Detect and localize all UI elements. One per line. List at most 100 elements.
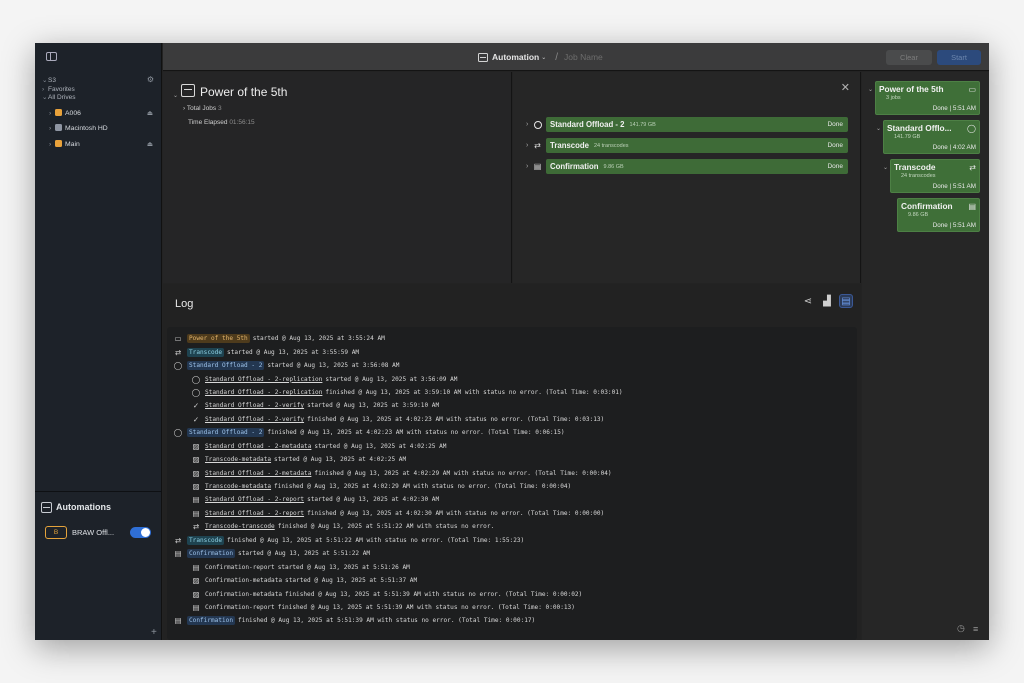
chart-icon[interactable]: ▟ (820, 294, 834, 308)
log-line-step: Confirmation-report (205, 563, 275, 571)
log-line-tag[interactable]: Standard Offload - 2 (187, 361, 265, 371)
step-row[interactable]: › ⇄ Transcode 24 transcodes Done (526, 138, 848, 153)
chevron-down-icon[interactable]: ⌄ (868, 86, 873, 93)
clipboard-icon[interactable]: ▤ (839, 294, 853, 308)
log-line: ✓ Standard Offload - 2-verify finished @ A… (167, 413, 857, 426)
log-line-icon: ⇄ (174, 535, 182, 545)
log-line: ▨ Confirmation-metadata finished @ Aug 13,… (167, 587, 857, 600)
log-line-step[interactable]: Standard Offload - 2-verify (205, 402, 304, 409)
share-icon[interactable]: ⋖ (801, 294, 815, 308)
sidebar: ⌄S3 ⚙ › Favorites ⌄All Drives › A006 ⏏ › Macin… (35, 43, 162, 640)
drive-icon (55, 108, 62, 116)
log-line-tag[interactable]: Transcode (187, 347, 225, 357)
log-line-icon: ▤ (192, 602, 200, 612)
log-line-text: finished @ Aug 13, 2025 at 4:02:30 AM wi… (307, 509, 605, 517)
log-line-icon: ▭ (174, 334, 182, 344)
log-line-text: finished @ Aug 13, 2025 at 5:51:39 AM wi… (238, 617, 536, 625)
sidebar-toggle-icon[interactable] (46, 52, 57, 61)
log-line-text: started @ Aug 13, 2025 at 3:56:09 AM (325, 375, 458, 383)
log-line-step[interactable]: Standard Offload - 2-metadata (205, 470, 311, 477)
log-line-text: finished @ Aug 13, 2025 at 4:02:23 AM wi… (307, 415, 605, 423)
drive-label: Main (65, 140, 80, 148)
history-icon[interactable]: ◷ (957, 623, 965, 634)
log-line-step[interactable]: Standard Offload - 2-replication (205, 376, 322, 383)
chevron-right-icon[interactable]: › (526, 121, 532, 128)
job-tree-panel: ⌄ Power of the 5th 3 jobs ▭ Done | 5:51 AM ⌄ S… (862, 72, 989, 640)
job-card-title: Power of the 5th (879, 84, 944, 94)
log-line: ▤ Confirmation started @ Aug 13, 2025 at 5… (167, 547, 857, 560)
eject-icon[interactable]: ⏏ (147, 106, 153, 122)
sidebar-item-s3[interactable]: ⌄S3 ⚙ (42, 75, 156, 86)
step-name: Confirmation (550, 162, 599, 171)
automation-menu[interactable]: Automation (492, 52, 539, 62)
drive-item[interactable]: › Macintosh HD (42, 121, 156, 137)
step-row[interactable]: › ▤ Confirmation 9.86 GB Done (526, 159, 848, 174)
step-bar[interactable]: Transcode 24 transcodes Done (546, 138, 848, 153)
log-line-step[interactable]: Standard Offload - 2-verify (205, 416, 304, 423)
log-line-icon: ▨ (192, 441, 200, 451)
log-toolbar: ⋖ ▟ ▤ (796, 294, 853, 308)
chevron-down-icon[interactable]: ⌄ (883, 164, 888, 171)
log-line: ◯ Standard Offload - 2-replication finishe… (167, 386, 857, 399)
log-line-tag[interactable]: Power of the 5th (187, 334, 250, 344)
eject-icon[interactable]: ⏏ (147, 137, 153, 153)
filter-icon[interactable]: ≡ (973, 624, 978, 634)
log-line: ▤ Confirmation finished @ Aug 13, 2025 at … (167, 614, 857, 627)
log-line-step[interactable]: Transcode-transcode (205, 523, 275, 530)
step-status: Done (827, 163, 843, 170)
log-line: ◯ Standard Offload - 2-replication started… (167, 372, 857, 385)
log-line-step[interactable]: Standard Offload - 2-report (205, 510, 304, 517)
automation-enabled-toggle[interactable] (130, 526, 151, 538)
sidebar-item-favorites[interactable]: › Favorites (42, 86, 156, 95)
chevron-right-icon[interactable]: › (526, 142, 532, 149)
drive-item[interactable]: › A006 ⏏ (42, 106, 156, 122)
log-line-tag[interactable]: Confirmation (187, 616, 236, 626)
log-line-icon: ◯ (191, 387, 201, 397)
close-icon[interactable]: ✕ (841, 81, 850, 94)
job-card[interactable]: ⌄ Power of the 5th 3 jobs ▭ Done | 5:51 AM (868, 81, 980, 115)
automation-item[interactable]: B BRAW Offl... (45, 525, 155, 539)
start-button[interactable]: Start (937, 50, 981, 65)
log-line-text: started @ Aug 13, 2025 at 3:59:10 AM (307, 402, 440, 410)
chevron-down-icon[interactable]: ⌄ (876, 125, 881, 132)
job-card-icon: ⇄ (969, 163, 976, 172)
log-line: ⇄ Transcode finished @ Aug 13, 2025 at 5:5… (167, 534, 857, 547)
add-automation-button[interactable]: + (151, 627, 157, 638)
total-jobs[interactable]: › Total Jobs 3 (183, 105, 222, 112)
log-line-tag[interactable]: Transcode (187, 535, 225, 545)
log-line-step[interactable]: Standard Offload - 2-metadata (205, 443, 311, 450)
log-line-step[interactable]: Transcode-metadata (205, 456, 271, 463)
job-card[interactable]: Confirmation 9.86 GB ▤ Done | 5:51 AM (897, 198, 980, 232)
automation-label: BRAW Offl... (72, 527, 115, 537)
step-row[interactable]: › Standard Offload - 2 141.79 GB Done (526, 117, 848, 132)
log-line-tag[interactable]: Standard Offload - 2 (187, 428, 265, 438)
job-card-icon: ▭ (968, 85, 976, 94)
log-line-step[interactable]: Standard Offload - 2-report (205, 496, 304, 503)
gear-icon[interactable]: ⚙ (147, 75, 154, 85)
log-line-icon: ▤ (192, 495, 200, 505)
job-icon (181, 84, 195, 97)
sidebar-item-all-drives[interactable]: ⌄All Drives (42, 94, 156, 103)
divider (35, 491, 162, 492)
log-line-icon: ▤ (192, 562, 200, 572)
log-line-tag[interactable]: Confirmation (187, 549, 236, 559)
automation-badge: B (45, 525, 67, 539)
log-line-text: finished @ Aug 13, 2025 at 3:59:10 AM wi… (325, 388, 623, 396)
job-card[interactable]: ⌄ Transcode 24 transcodes ⇄ Done | 5:51 AM (883, 159, 980, 193)
chevron-right-icon[interactable]: › (526, 163, 532, 170)
log-line-icon: ▤ (174, 616, 182, 626)
job-name-field[interactable]: Job Name (564, 52, 603, 62)
log-line-icon: ◯ (173, 428, 183, 438)
log-line-step[interactable]: Transcode-metadata (205, 483, 271, 490)
clear-button[interactable]: Clear (886, 50, 932, 65)
step-bar[interactable]: Confirmation 9.86 GB Done (546, 159, 848, 174)
job-card[interactable]: ⌄ Standard Offlo... 141.79 GB ◯ Done | 4:02 … (876, 120, 980, 154)
job-card-title: Transcode (894, 162, 936, 172)
drive-item[interactable]: › Main ⏏ (42, 137, 156, 153)
step-bar[interactable]: Standard Offload - 2 141.79 GB Done (546, 117, 848, 132)
chevron-down-icon[interactable]: ⌄ (541, 54, 546, 61)
log-line: ▨ Standard Offload - 2-metadata started @ … (167, 440, 857, 453)
log-title: Log (175, 298, 194, 310)
chevron-down-icon[interactable]: ⌄ (173, 92, 178, 99)
log-line-step[interactable]: Standard Offload - 2-replication (205, 389, 322, 396)
